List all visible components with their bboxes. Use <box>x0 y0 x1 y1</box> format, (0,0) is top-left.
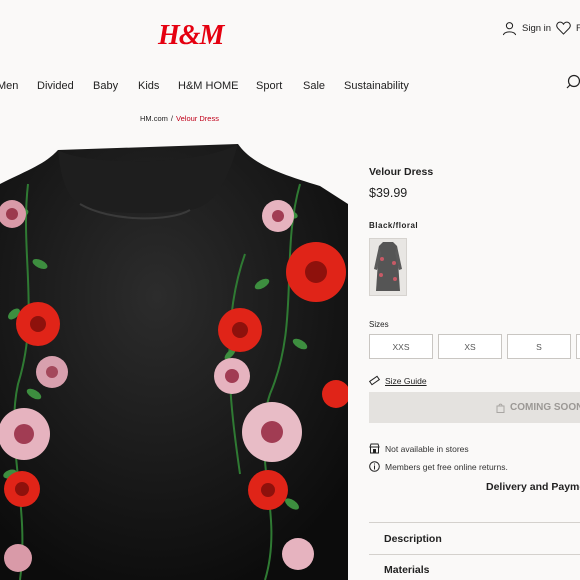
size-option-xxs[interactable]: XXS <box>369 334 433 359</box>
product-image[interactable] <box>0 144 348 580</box>
nav-item-divided[interactable]: Divided <box>37 80 74 92</box>
selected-color-name: Black/floral <box>369 221 419 230</box>
heart-icon <box>556 21 571 35</box>
sizes-label: Sizes <box>369 320 389 329</box>
nav-item-sport[interactable]: Sport <box>256 80 282 92</box>
store-icon <box>369 443 380 454</box>
divider <box>369 522 580 523</box>
breadcrumb-home[interactable]: HM.com <box>140 114 168 123</box>
size-option-partial[interactable] <box>576 334 580 359</box>
nav-item-sustainability[interactable]: Sustainability <box>344 80 409 92</box>
nav-item-kids[interactable]: Kids <box>138 80 159 92</box>
nav-item-sale[interactable]: Sale <box>303 80 325 92</box>
user-icon <box>502 22 517 36</box>
favourites-link[interactable]: F <box>556 21 580 35</box>
size-option-xs[interactable]: XS <box>438 334 502 359</box>
breadcrumb: HM.com / Velour Dress <box>140 114 219 123</box>
ruler-icon <box>369 375 380 386</box>
velour-dress-floral-photo <box>0 144 348 580</box>
free-returns-text: Members get free online returns. <box>385 461 508 472</box>
product-title: Velour Dress <box>369 166 434 178</box>
sign-in-label: Sign in <box>522 23 552 34</box>
breadcrumb-current[interactable]: Velour Dress <box>176 114 219 123</box>
nav-item-baby[interactable]: Baby <box>93 80 118 92</box>
coming-soon-button[interactable]: COMING SOON <box>369 392 580 423</box>
breadcrumb-separator: / <box>170 114 174 123</box>
free-returns-note: Members get free online returns. <box>369 461 508 472</box>
bag-icon <box>496 403 505 413</box>
nav-item-men[interactable]: Men <box>0 80 18 92</box>
size-option-s[interactable]: S <box>507 334 571 359</box>
size-guide-label: Size Guide <box>385 375 427 386</box>
favourites-label: F <box>576 22 580 34</box>
coming-soon-label: COMING SOON <box>510 402 580 413</box>
nav-item-hm-home[interactable]: H&M HOME <box>178 80 239 92</box>
product-price: $39.99 <box>369 186 408 200</box>
dress-thumbnail <box>374 242 402 291</box>
site-header: H&M Sign in F Men Divided Baby Kids H&M … <box>0 0 580 130</box>
delivery-payment-link[interactable]: Delivery and Payment <box>486 481 580 493</box>
color-swatch[interactable] <box>369 238 407 296</box>
store-availability-text: Not available in stores <box>385 443 469 454</box>
size-guide-link[interactable]: Size Guide <box>369 375 427 386</box>
sign-in-link[interactable]: Sign in <box>502 21 551 36</box>
search-icon[interactable] <box>566 74 580 90</box>
accordion-description[interactable]: Description <box>384 533 442 545</box>
accordion-materials[interactable]: Materials <box>384 564 430 576</box>
divider <box>369 554 580 555</box>
hm-logo[interactable]: H&M <box>158 20 224 52</box>
info-icon <box>369 461 380 472</box>
store-availability: Not available in stores <box>369 443 469 454</box>
